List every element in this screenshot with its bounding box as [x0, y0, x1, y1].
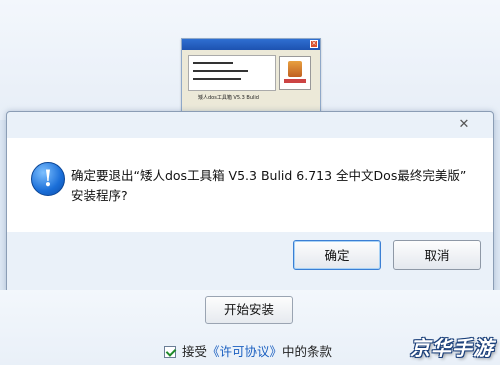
ok-button[interactable]: 确定 [293, 240, 381, 270]
agree-suffix: 中的条款 [282, 344, 333, 359]
agree-prefix: 接受 [182, 344, 208, 359]
message-line-1: 确定要退出“矮人dos工具箱 V5.3 Bulid 6.713 全中文Dos最终… [71, 168, 467, 183]
installer-preview-image: × 矮人dos工具箱 V5.3 Bulid [181, 38, 321, 118]
confirm-exit-dialog: ✕ ! 确定要退出“矮人dos工具箱 V5.3 Bulid 6.713 全中文D… [6, 111, 494, 294]
dialog-message: 确定要退出“矮人dos工具箱 V5.3 Bulid 6.713 全中文Dos最终… [71, 166, 481, 206]
dialog-content: ! 确定要退出“矮人dos工具箱 V5.3 Bulid 6.713 全中文Dos… [7, 138, 493, 232]
preview-titlebar: × [182, 39, 320, 50]
start-install-button[interactable]: 开始安装 [205, 296, 293, 324]
license-agreement-row: 接受《许可协议》中的条款 [164, 344, 332, 360]
preview-body: 矮人dos工具箱 V5.3 Bulid [182, 50, 320, 117]
license-link[interactable]: 《许可协议》 [207, 344, 282, 359]
cancel-button[interactable]: 取消 [393, 240, 481, 270]
agree-checkbox[interactable] [164, 346, 176, 358]
preview-panel [188, 55, 276, 91]
preview-logo-icon [279, 56, 311, 90]
preview-caption: 矮人dos工具箱 V5.3 Bulid [198, 95, 259, 101]
message-line-2: 安装程序? [71, 188, 128, 203]
site-watermark: 京华手游 [410, 336, 494, 360]
preview-close-icon: × [310, 40, 318, 48]
info-exclamation-icon: ! [31, 162, 65, 196]
close-icon[interactable]: ✕ [450, 116, 478, 134]
